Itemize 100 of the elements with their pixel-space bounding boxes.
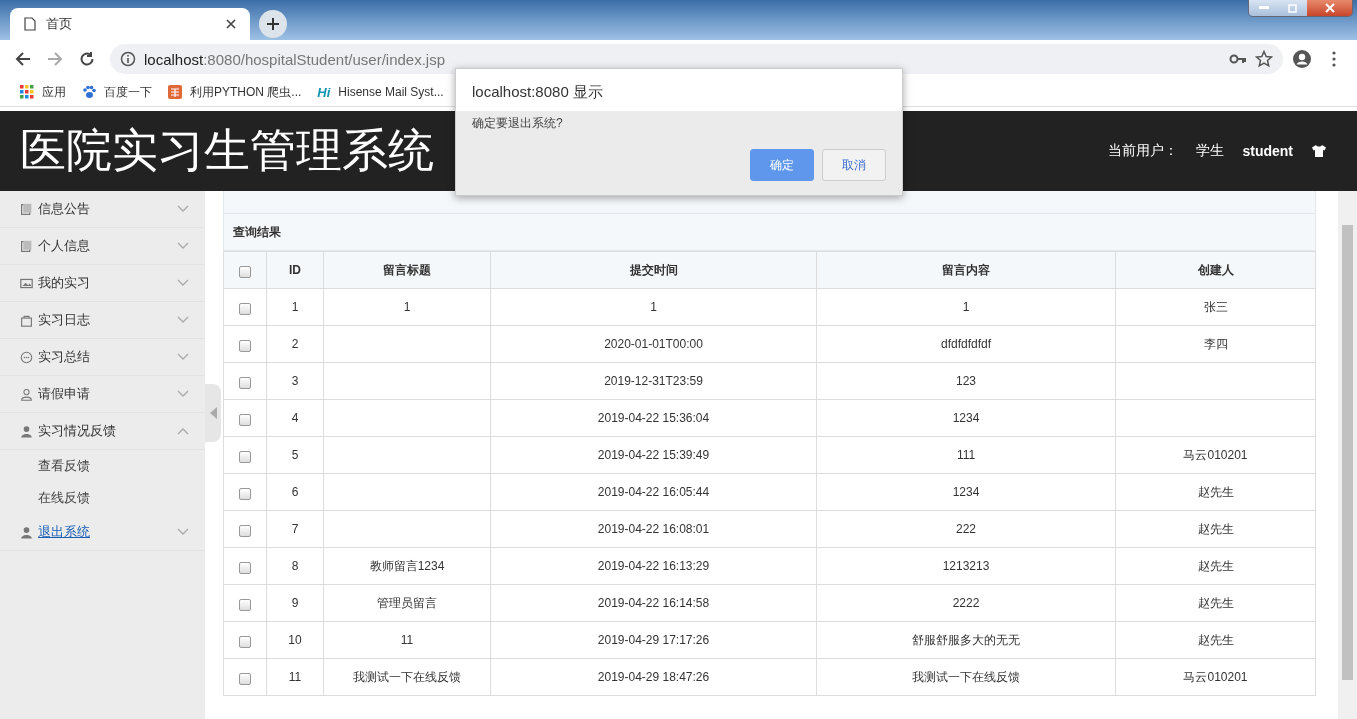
bookmark-link[interactable]: 百度一下 bbox=[104, 83, 152, 101]
user-role: 学生 bbox=[1196, 142, 1225, 160]
collapse-handle[interactable] bbox=[205, 384, 221, 442]
maximize-button[interactable] bbox=[1278, 0, 1307, 16]
row-checkbox[interactable] bbox=[239, 561, 251, 574]
sidebar-subitem[interactable]: 在线反馈 bbox=[38, 489, 90, 507]
close-button[interactable] bbox=[1307, 0, 1352, 16]
chevron-icon bbox=[177, 205, 189, 213]
table-cell: 1 bbox=[650, 300, 657, 314]
back-arrow-icon bbox=[15, 51, 31, 67]
scrollbar-thumb[interactable] bbox=[1342, 225, 1353, 680]
table-cell: 111 bbox=[956, 448, 976, 462]
table-cell: 赵先生 bbox=[1197, 521, 1234, 536]
cancel-button[interactable]: 取消 bbox=[822, 149, 886, 181]
table-cell: 2020-01-01T00:00 bbox=[604, 337, 703, 351]
row-checkbox[interactable] bbox=[239, 524, 251, 537]
chevron-icon bbox=[177, 316, 189, 324]
table-cell: 马云010201 bbox=[1183, 447, 1248, 462]
browser-tab[interactable]: 首页 bbox=[10, 8, 250, 40]
table-cell: 2019-04-22 16:13:29 bbox=[597, 559, 710, 573]
chevron-icon bbox=[177, 390, 189, 398]
table-cell: 管理员留言 bbox=[377, 595, 437, 610]
star-icon[interactable] bbox=[1255, 50, 1273, 68]
table-cell: 1 bbox=[291, 300, 299, 314]
row-checkbox[interactable] bbox=[239, 376, 251, 389]
dialog-message: 确定要退出系统? bbox=[472, 115, 564, 132]
table-cell: 4 bbox=[291, 411, 299, 425]
column-header: ID bbox=[289, 263, 301, 277]
table-cell: 2019-04-22 15:36:04 bbox=[597, 411, 710, 425]
panel-title: 查询结果 bbox=[233, 223, 281, 241]
table-cell: 2019-04-29 18:47:26 bbox=[597, 670, 710, 684]
user-icon bbox=[20, 525, 33, 539]
table-cell: 10 bbox=[288, 633, 302, 647]
table-cell: 我测试一下在线反馈 bbox=[912, 669, 1020, 684]
row-checkbox[interactable] bbox=[239, 672, 251, 685]
chevron-icon bbox=[177, 242, 189, 250]
row-checkbox[interactable] bbox=[239, 487, 251, 500]
table-cell: 11 bbox=[400, 633, 414, 647]
chevron-icon bbox=[177, 353, 189, 361]
forward-arrow-icon bbox=[47, 51, 63, 67]
table-cell: 赵先生 bbox=[1197, 632, 1234, 647]
new-tab-button[interactable] bbox=[259, 10, 287, 38]
table-cell: 2222 bbox=[952, 596, 980, 610]
row-checkbox[interactable] bbox=[239, 598, 251, 611]
row-checkbox[interactable] bbox=[239, 635, 251, 648]
document-icon bbox=[20, 239, 33, 253]
chevron-icon bbox=[177, 427, 189, 435]
chat-icon bbox=[20, 350, 33, 364]
table-cell: 赵先生 bbox=[1197, 595, 1234, 610]
row-checkbox[interactable] bbox=[239, 339, 251, 352]
table-cell: 2019-04-22 16:05:44 bbox=[597, 485, 710, 499]
address-bar[interactable]: localhost:8080/hospitalStudent/user/index.jsp bbox=[110, 44, 1283, 74]
shirt-icon bbox=[1311, 144, 1327, 158]
row-checkbox[interactable] bbox=[239, 302, 251, 315]
table-cell: 1 bbox=[962, 300, 970, 314]
table-cell: 1 bbox=[403, 300, 411, 314]
menu-icon bbox=[1332, 51, 1336, 67]
chevron-icon bbox=[177, 528, 189, 536]
table-cell: 5 bbox=[291, 448, 299, 462]
dialog-title: localhost:8080 显示 bbox=[472, 83, 603, 100]
row-checkbox[interactable] bbox=[239, 450, 251, 463]
table-cell: 舒服舒服多大的无无 bbox=[912, 632, 1020, 647]
table-cell: 马云010201 bbox=[1183, 669, 1248, 684]
table-cell: 7 bbox=[291, 522, 299, 536]
table-cell: 2019-12-31T23:59 bbox=[604, 374, 703, 388]
bag-icon bbox=[20, 313, 33, 327]
table-cell: 李四 bbox=[1203, 336, 1228, 351]
sidebar-subitem[interactable]: 查看反馈 bbox=[38, 457, 90, 475]
collapse-arrow-icon bbox=[209, 407, 217, 419]
table-cell: 2019-04-22 15:39:49 bbox=[597, 448, 710, 462]
bookmark-link[interactable]: 利用PYTHON 爬虫... bbox=[190, 83, 302, 101]
close-icon[interactable] bbox=[226, 19, 236, 29]
minimize-button[interactable] bbox=[1249, 0, 1278, 16]
column-header: 创建人 bbox=[1197, 262, 1234, 277]
table-cell: 张三 bbox=[1203, 299, 1228, 314]
page-icon bbox=[24, 17, 36, 31]
bookmark-link[interactable]: Hisense Mail Syst... bbox=[338, 85, 444, 99]
close-icon bbox=[1324, 3, 1335, 13]
table-cell: 3 bbox=[291, 374, 299, 388]
bookmark-link[interactable]: 应用 bbox=[42, 83, 66, 101]
select-all-checkbox[interactable] bbox=[239, 265, 251, 278]
table-cell: 2019-04-22 16:14:58 bbox=[597, 596, 710, 610]
table-cell: 赵先生 bbox=[1197, 484, 1234, 499]
maximize-icon bbox=[1288, 3, 1297, 13]
key-icon[interactable] bbox=[1229, 53, 1247, 65]
table-cell: 1213213 bbox=[942, 559, 990, 573]
table-cell: 教师留言1234 bbox=[369, 558, 445, 573]
row-checkbox[interactable] bbox=[239, 413, 251, 426]
user-icon bbox=[20, 387, 33, 401]
user-label: 当前用户： bbox=[1108, 142, 1179, 160]
reload-icon bbox=[79, 51, 95, 67]
info-icon[interactable] bbox=[120, 51, 136, 67]
scrollbar[interactable] bbox=[1338, 191, 1357, 719]
table-cell: 2 bbox=[291, 337, 299, 351]
bookmark-logo: Hi bbox=[317, 84, 331, 100]
paw-icon bbox=[82, 85, 96, 99]
bookmark-icon bbox=[168, 85, 182, 99]
document-icon bbox=[20, 202, 33, 216]
table-cell: 我测试一下在线反馈 bbox=[353, 669, 461, 684]
column-header: 留言标题 bbox=[383, 262, 431, 277]
